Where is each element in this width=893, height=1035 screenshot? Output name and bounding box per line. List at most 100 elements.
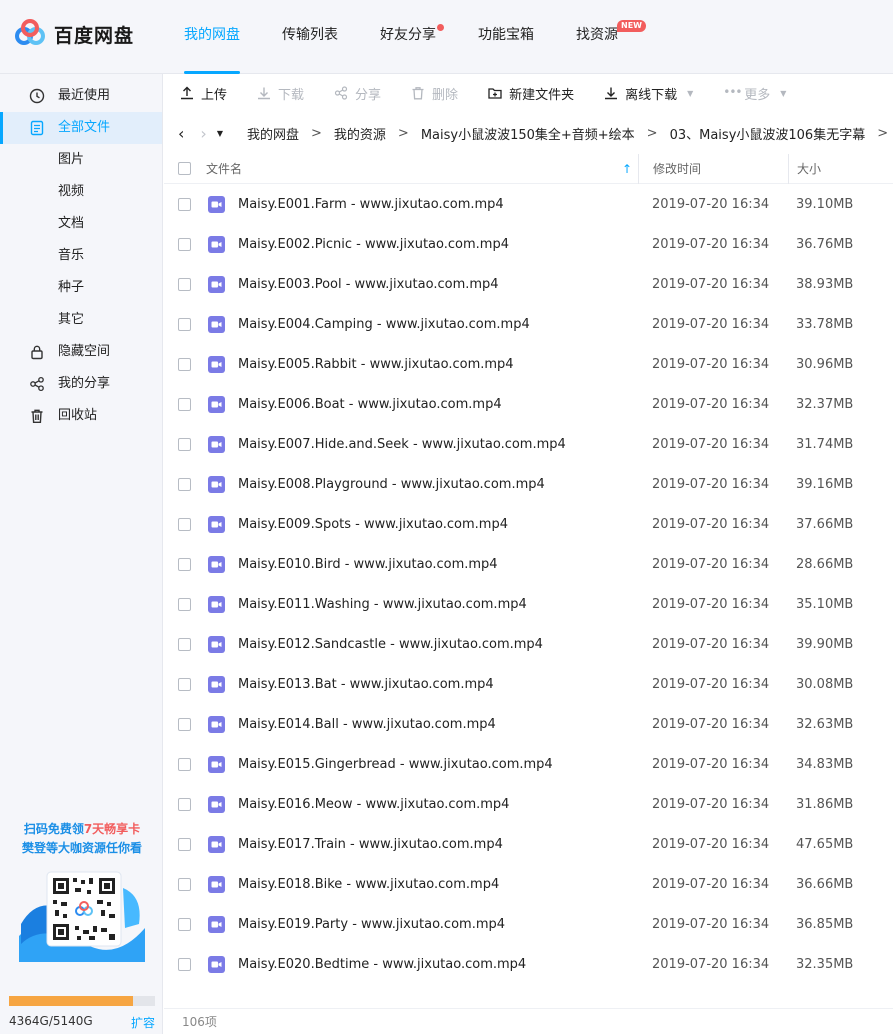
offline-download-button[interactable]: 离线下载 ▼ — [604, 84, 693, 103]
sidebar-item-documents[interactable]: 文档 — [0, 208, 162, 240]
file-row[interactable]: Maisy.E010.Bird - www.jixutao.com.mp4 20… — [164, 544, 893, 584]
file-row[interactable]: Maisy.E015.Gingerbread - www.jixutao.com… — [164, 744, 893, 784]
expand-storage-link[interactable]: 扩容 — [131, 1014, 155, 1031]
file-row[interactable]: Maisy.E012.Sandcastle - www.jixutao.com.… — [164, 624, 893, 664]
file-name[interactable]: Maisy.E006.Boat - www.jixutao.com.mp4 — [238, 397, 502, 412]
row-checkbox[interactable] — [178, 277, 191, 291]
more-button[interactable]: ••• 更多 ▼ — [723, 84, 786, 103]
file-row[interactable]: Maisy.E019.Party - www.jixutao.com.mp4 2… — [164, 904, 893, 944]
file-name[interactable]: Maisy.E009.Spots - www.jixutao.com.mp4 — [238, 517, 508, 532]
file-name[interactable]: Maisy.E004.Camping - www.jixutao.com.mp4 — [238, 317, 530, 332]
nav-friend-share[interactable]: 好友分享 — [366, 0, 450, 74]
back-icon[interactable]: ‹ — [178, 124, 184, 143]
row-checkbox[interactable] — [178, 317, 191, 331]
row-checkbox[interactable] — [178, 877, 191, 891]
file-name[interactable]: Maisy.E002.Picnic - www.jixutao.com.mp4 — [238, 237, 509, 252]
file-name[interactable]: Maisy.E019.Party - www.jixutao.com.mp4 — [238, 917, 505, 932]
qr-code-promo[interactable] — [17, 866, 147, 966]
file-row[interactable]: Maisy.E020.Bedtime - www.jixutao.com.mp4… — [164, 944, 893, 984]
file-name[interactable]: Maisy.E018.Bike - www.jixutao.com.mp4 — [238, 877, 499, 892]
file-name[interactable]: Maisy.E001.Farm - www.jixutao.com.mp4 — [238, 197, 504, 212]
upload-button[interactable]: 上传 — [180, 84, 227, 103]
file-name[interactable]: Maisy.E012.Sandcastle - www.jixutao.com.… — [238, 637, 543, 652]
row-checkbox[interactable] — [178, 557, 191, 571]
nav-find-resources[interactable]: 找资源 NEW — [562, 0, 646, 74]
row-checkbox[interactable] — [178, 957, 191, 971]
sidebar-item-hidden-space[interactable]: 隐藏空间 — [0, 336, 162, 368]
file-row[interactable]: Maisy.E007.Hide.and.Seek - www.jixutao.c… — [164, 424, 893, 464]
forward-icon[interactable]: › — [200, 124, 206, 143]
row-checkbox[interactable] — [178, 477, 191, 491]
file-name[interactable]: Maisy.E017.Train - www.jixutao.com.mp4 — [238, 837, 503, 852]
file-row[interactable]: Maisy.E017.Train - www.jixutao.com.mp4 2… — [164, 824, 893, 864]
nav-transfer-list[interactable]: 传输列表 — [268, 0, 352, 74]
file-name[interactable]: Maisy.E020.Bedtime - www.jixutao.com.mp4 — [238, 957, 526, 972]
file-name[interactable]: Maisy.E013.Bat - www.jixutao.com.mp4 — [238, 677, 494, 692]
file-name[interactable]: Maisy.E010.Bird - www.jixutao.com.mp4 — [238, 557, 498, 572]
app-logo[interactable]: 百度网盘 — [14, 18, 134, 50]
sidebar-item-all-files[interactable]: 全部文件 — [0, 112, 162, 144]
file-row[interactable]: Maisy.E016.Meow - www.jixutao.com.mp4 20… — [164, 784, 893, 824]
file-row[interactable]: Maisy.E002.Picnic - www.jixutao.com.mp4 … — [164, 224, 893, 264]
new-folder-button[interactable]: 新建文件夹 — [488, 84, 574, 103]
row-checkbox[interactable] — [178, 837, 191, 851]
row-checkbox[interactable] — [178, 237, 191, 251]
file-name[interactable]: Maisy.E007.Hide.and.Seek - www.jixutao.c… — [238, 437, 566, 452]
sidebar-item-my-shares[interactable]: 我的分享 — [0, 368, 162, 400]
sidebar-item-torrents[interactable]: 种子 — [0, 272, 162, 304]
sidebar-item-music[interactable]: 音乐 — [0, 240, 162, 272]
sidebar-item-label: 隐藏空间 — [58, 344, 111, 359]
file-row[interactable]: Maisy.E003.Pool - www.jixutao.com.mp4 20… — [164, 264, 893, 304]
column-header-modified[interactable]: 修改时间 — [638, 153, 788, 184]
row-checkbox[interactable] — [178, 437, 191, 451]
file-name[interactable]: Maisy.E014.Ball - www.jixutao.com.mp4 — [238, 717, 496, 732]
download-button[interactable]: 下载 — [257, 84, 304, 103]
sidebar-item-images[interactable]: 图片 — [0, 144, 162, 176]
history-dropdown-icon[interactable]: ▼ — [217, 129, 223, 138]
file-row[interactable]: Maisy.E001.Farm - www.jixutao.com.mp4 20… — [164, 184, 893, 224]
file-name[interactable]: Maisy.E005.Rabbit - www.jixutao.com.mp4 — [238, 357, 514, 372]
column-header-name[interactable]: 文件名 ↑ — [206, 154, 638, 184]
file-row[interactable]: Maisy.E005.Rabbit - www.jixutao.com.mp4 … — [164, 344, 893, 384]
row-checkbox[interactable] — [178, 677, 191, 691]
file-name[interactable]: Maisy.E003.Pool - www.jixutao.com.mp4 — [238, 277, 499, 292]
file-row[interactable]: Maisy.E008.Playground - www.jixutao.com.… — [164, 464, 893, 504]
row-checkbox[interactable] — [178, 397, 191, 411]
row-checkbox[interactable] — [178, 197, 191, 211]
file-row[interactable]: Maisy.E009.Spots - www.jixutao.com.mp4 2… — [164, 504, 893, 544]
row-checkbox[interactable] — [178, 597, 191, 611]
row-checkbox[interactable] — [178, 517, 191, 531]
file-row[interactable]: Maisy.E006.Boat - www.jixutao.com.mp4 20… — [164, 384, 893, 424]
file-row[interactable]: Maisy.E011.Washing - www.jixutao.com.mp4… — [164, 584, 893, 624]
file-name[interactable]: Maisy.E015.Gingerbread - www.jixutao.com… — [238, 757, 553, 772]
breadcrumb-item[interactable]: 我的资源 — [334, 124, 386, 143]
row-checkbox[interactable] — [178, 357, 191, 371]
share-button[interactable]: 分享 — [334, 84, 381, 103]
file-row[interactable]: Maisy.E013.Bat - www.jixutao.com.mp4 201… — [164, 664, 893, 704]
file-name[interactable]: Maisy.E008.Playground - www.jixutao.com.… — [238, 477, 545, 492]
promo-banner[interactable]: 扫码免费领7天畅享卡 樊登等大咖资源任你看 — [10, 820, 154, 966]
nav-toolbox[interactable]: 功能宝箱 — [464, 0, 548, 74]
delete-button[interactable]: 删除 — [411, 84, 458, 103]
file-row[interactable]: Maisy.E018.Bike - www.jixutao.com.mp4 20… — [164, 864, 893, 904]
sort-ascending-icon[interactable]: ↑ — [622, 154, 632, 184]
row-checkbox[interactable] — [178, 717, 191, 731]
file-row[interactable]: Maisy.E014.Ball - www.jixutao.com.mp4 20… — [164, 704, 893, 744]
row-checkbox[interactable] — [178, 797, 191, 811]
sidebar-item-videos[interactable]: 视频 — [0, 176, 162, 208]
breadcrumb-item[interactable]: Maisy小鼠波波150集全+音频+绘本 — [421, 124, 635, 143]
row-checkbox[interactable] — [178, 757, 191, 771]
file-name[interactable]: Maisy.E011.Washing - www.jixutao.com.mp4 — [238, 597, 527, 612]
file-name[interactable]: Maisy.E016.Meow - www.jixutao.com.mp4 — [238, 797, 509, 812]
sidebar-item-other[interactable]: 其它 — [0, 304, 162, 336]
nav-my-drive[interactable]: 我的网盘 — [170, 0, 254, 74]
row-checkbox[interactable] — [178, 917, 191, 931]
file-row[interactable]: Maisy.E004.Camping - www.jixutao.com.mp4… — [164, 304, 893, 344]
sidebar-item-recycle-bin[interactable]: 回收站 — [0, 400, 162, 432]
breadcrumb-item[interactable]: 我的网盘 — [247, 124, 299, 143]
row-checkbox[interactable] — [178, 637, 191, 651]
select-all-checkbox[interactable] — [178, 162, 191, 175]
file-name-cell: Maisy.E008.Playground - www.jixutao.com.… — [206, 475, 638, 493]
column-header-size[interactable]: 大小 — [788, 153, 893, 184]
sidebar-item-recent[interactable]: 最近使用 — [0, 80, 162, 112]
